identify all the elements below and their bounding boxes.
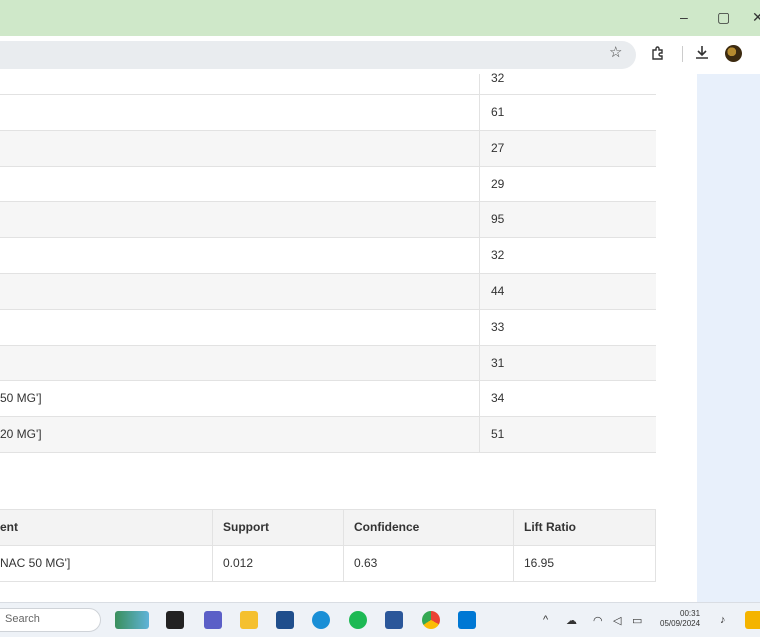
table-row: 32 (0, 71, 656, 95)
table-row: 44 (0, 273, 656, 310)
association-rules-table: ent Support Confidence Lift Ratio NAC 50… (0, 509, 656, 582)
table-row: 27 (0, 130, 656, 167)
chrome-icon[interactable] (422, 611, 440, 629)
table-header-row: ent Support Confidence Lift Ratio (0, 510, 655, 546)
cloud-icon[interactable]: ☁ (566, 614, 577, 627)
table-row: 95 (0, 202, 656, 239)
table-row: 31 (0, 345, 656, 382)
spotify-icon[interactable] (349, 611, 367, 629)
cell-confidence: 0.63 (344, 546, 514, 581)
word-icon[interactable] (385, 611, 403, 629)
cell-support: 0.012 (213, 546, 344, 581)
puzzle-icon[interactable] (650, 45, 666, 61)
table-row: 29 (0, 166, 656, 203)
table-cell-count: 44 (491, 283, 505, 298)
minimize-button[interactable]: – (680, 7, 688, 27)
vscode-icon[interactable] (458, 611, 476, 629)
table-cell-item (0, 202, 480, 238)
table-cell-item (0, 74, 480, 94)
windows-taskbar: Search ^ ☁ ◠ ◁ ▭ 00:31 05/09/2024 ♪ (0, 602, 760, 637)
file-explorer-icon[interactable] (240, 611, 258, 629)
table-cell-item (0, 309, 480, 345)
volume-icon[interactable]: ◁ (613, 614, 621, 627)
edge-icon[interactable] (312, 611, 330, 629)
table-row: 50 MG'] 34 (0, 381, 656, 418)
teams-icon[interactable] (204, 611, 222, 629)
table-cell-item (0, 95, 480, 130)
table-row: 32 (0, 238, 656, 274)
star-icon[interactable]: ☆ (609, 43, 622, 61)
copilot-icon[interactable] (745, 611, 760, 629)
header-consequent: ent (0, 510, 213, 545)
battery-icon[interactable]: ▭ (632, 614, 642, 627)
cell-consequent: NAC 50 MG'] (0, 546, 213, 581)
cell-lift-ratio: 16.95 (524, 556, 555, 570)
clock[interactable]: 00:31 05/09/2024 (660, 609, 700, 629)
table-cell-count: 31 (491, 355, 505, 370)
table-cell-count: 27 (491, 140, 505, 155)
browser-toolbar: ☆ (0, 36, 760, 75)
table-cell-item: 20 MG'] (0, 417, 480, 452)
chevron-up-icon[interactable]: ^ (543, 614, 548, 626)
side-panel (697, 74, 760, 602)
toolbar-divider (682, 46, 683, 62)
table-cell-item (0, 345, 480, 381)
table-cell-count: 33 (491, 319, 505, 334)
item-count-table: 32 61 27 29 95 32 44 33 31 50 MG'] 34 20… (0, 71, 656, 453)
clock-date: 05/09/2024 (660, 619, 701, 628)
header-support: Support (213, 510, 344, 545)
table-cell-count: 34 (491, 391, 505, 406)
header-lift-ratio: Lift Ratio (524, 520, 576, 534)
news-widget-icon[interactable] (115, 611, 149, 629)
close-button[interactable]: ✕ (752, 7, 760, 27)
maximize-button[interactable]: ▢ (717, 7, 730, 27)
wifi-icon[interactable]: ◠ (593, 614, 603, 627)
task-view-icon[interactable] (166, 611, 184, 629)
table-row: 20 MG'] 51 (0, 417, 656, 453)
table-cell-count: 32 (491, 248, 505, 263)
table-cell-item (0, 273, 480, 309)
download-icon[interactable] (693, 44, 711, 62)
header-confidence: Confidence (344, 510, 514, 545)
notification-icon[interactable]: ♪ (720, 614, 726, 626)
table-cell-count: 61 (491, 105, 505, 119)
table-cell-count: 95 (491, 212, 505, 227)
table-cell-count: 32 (491, 71, 505, 85)
table-cell-item (0, 166, 480, 202)
browser-title-bar: – ▢ ✕ (0, 0, 760, 36)
table-cell-item (0, 130, 480, 166)
table-row: NAC 50 MG'] 0.012 0.63 16.95 (0, 546, 655, 581)
store-icon[interactable] (276, 611, 294, 629)
address-bar[interactable] (0, 41, 636, 69)
table-row: 33 (0, 309, 656, 346)
table-cell-count: 29 (491, 176, 505, 191)
taskbar-search[interactable]: Search (0, 608, 101, 632)
search-placeholder: Search (5, 613, 40, 625)
avatar[interactable] (725, 45, 742, 62)
table-cell-item (0, 238, 480, 273)
table-row: 61 (0, 95, 656, 131)
table-cell-item: 50 MG'] (0, 381, 480, 417)
table-cell-count: 51 (491, 427, 505, 442)
clock-time: 00:31 (680, 609, 701, 618)
